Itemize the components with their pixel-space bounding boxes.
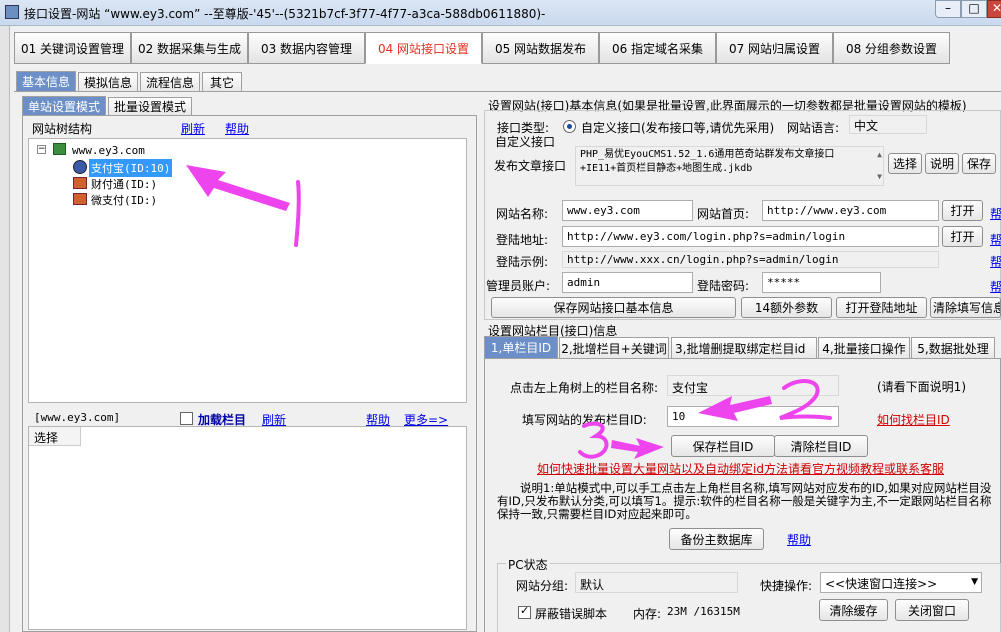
annotation-stroke-3 (578, 421, 609, 459)
annotation-stroke-2 (779, 379, 832, 420)
annotation-arrow-2 (698, 396, 772, 421)
annotation-overlay (186, 165, 832, 459)
annotation-arrow-3 (611, 438, 664, 459)
annotation-stroke-1 (294, 180, 301, 247)
annotation-arrow-1 (186, 165, 290, 211)
